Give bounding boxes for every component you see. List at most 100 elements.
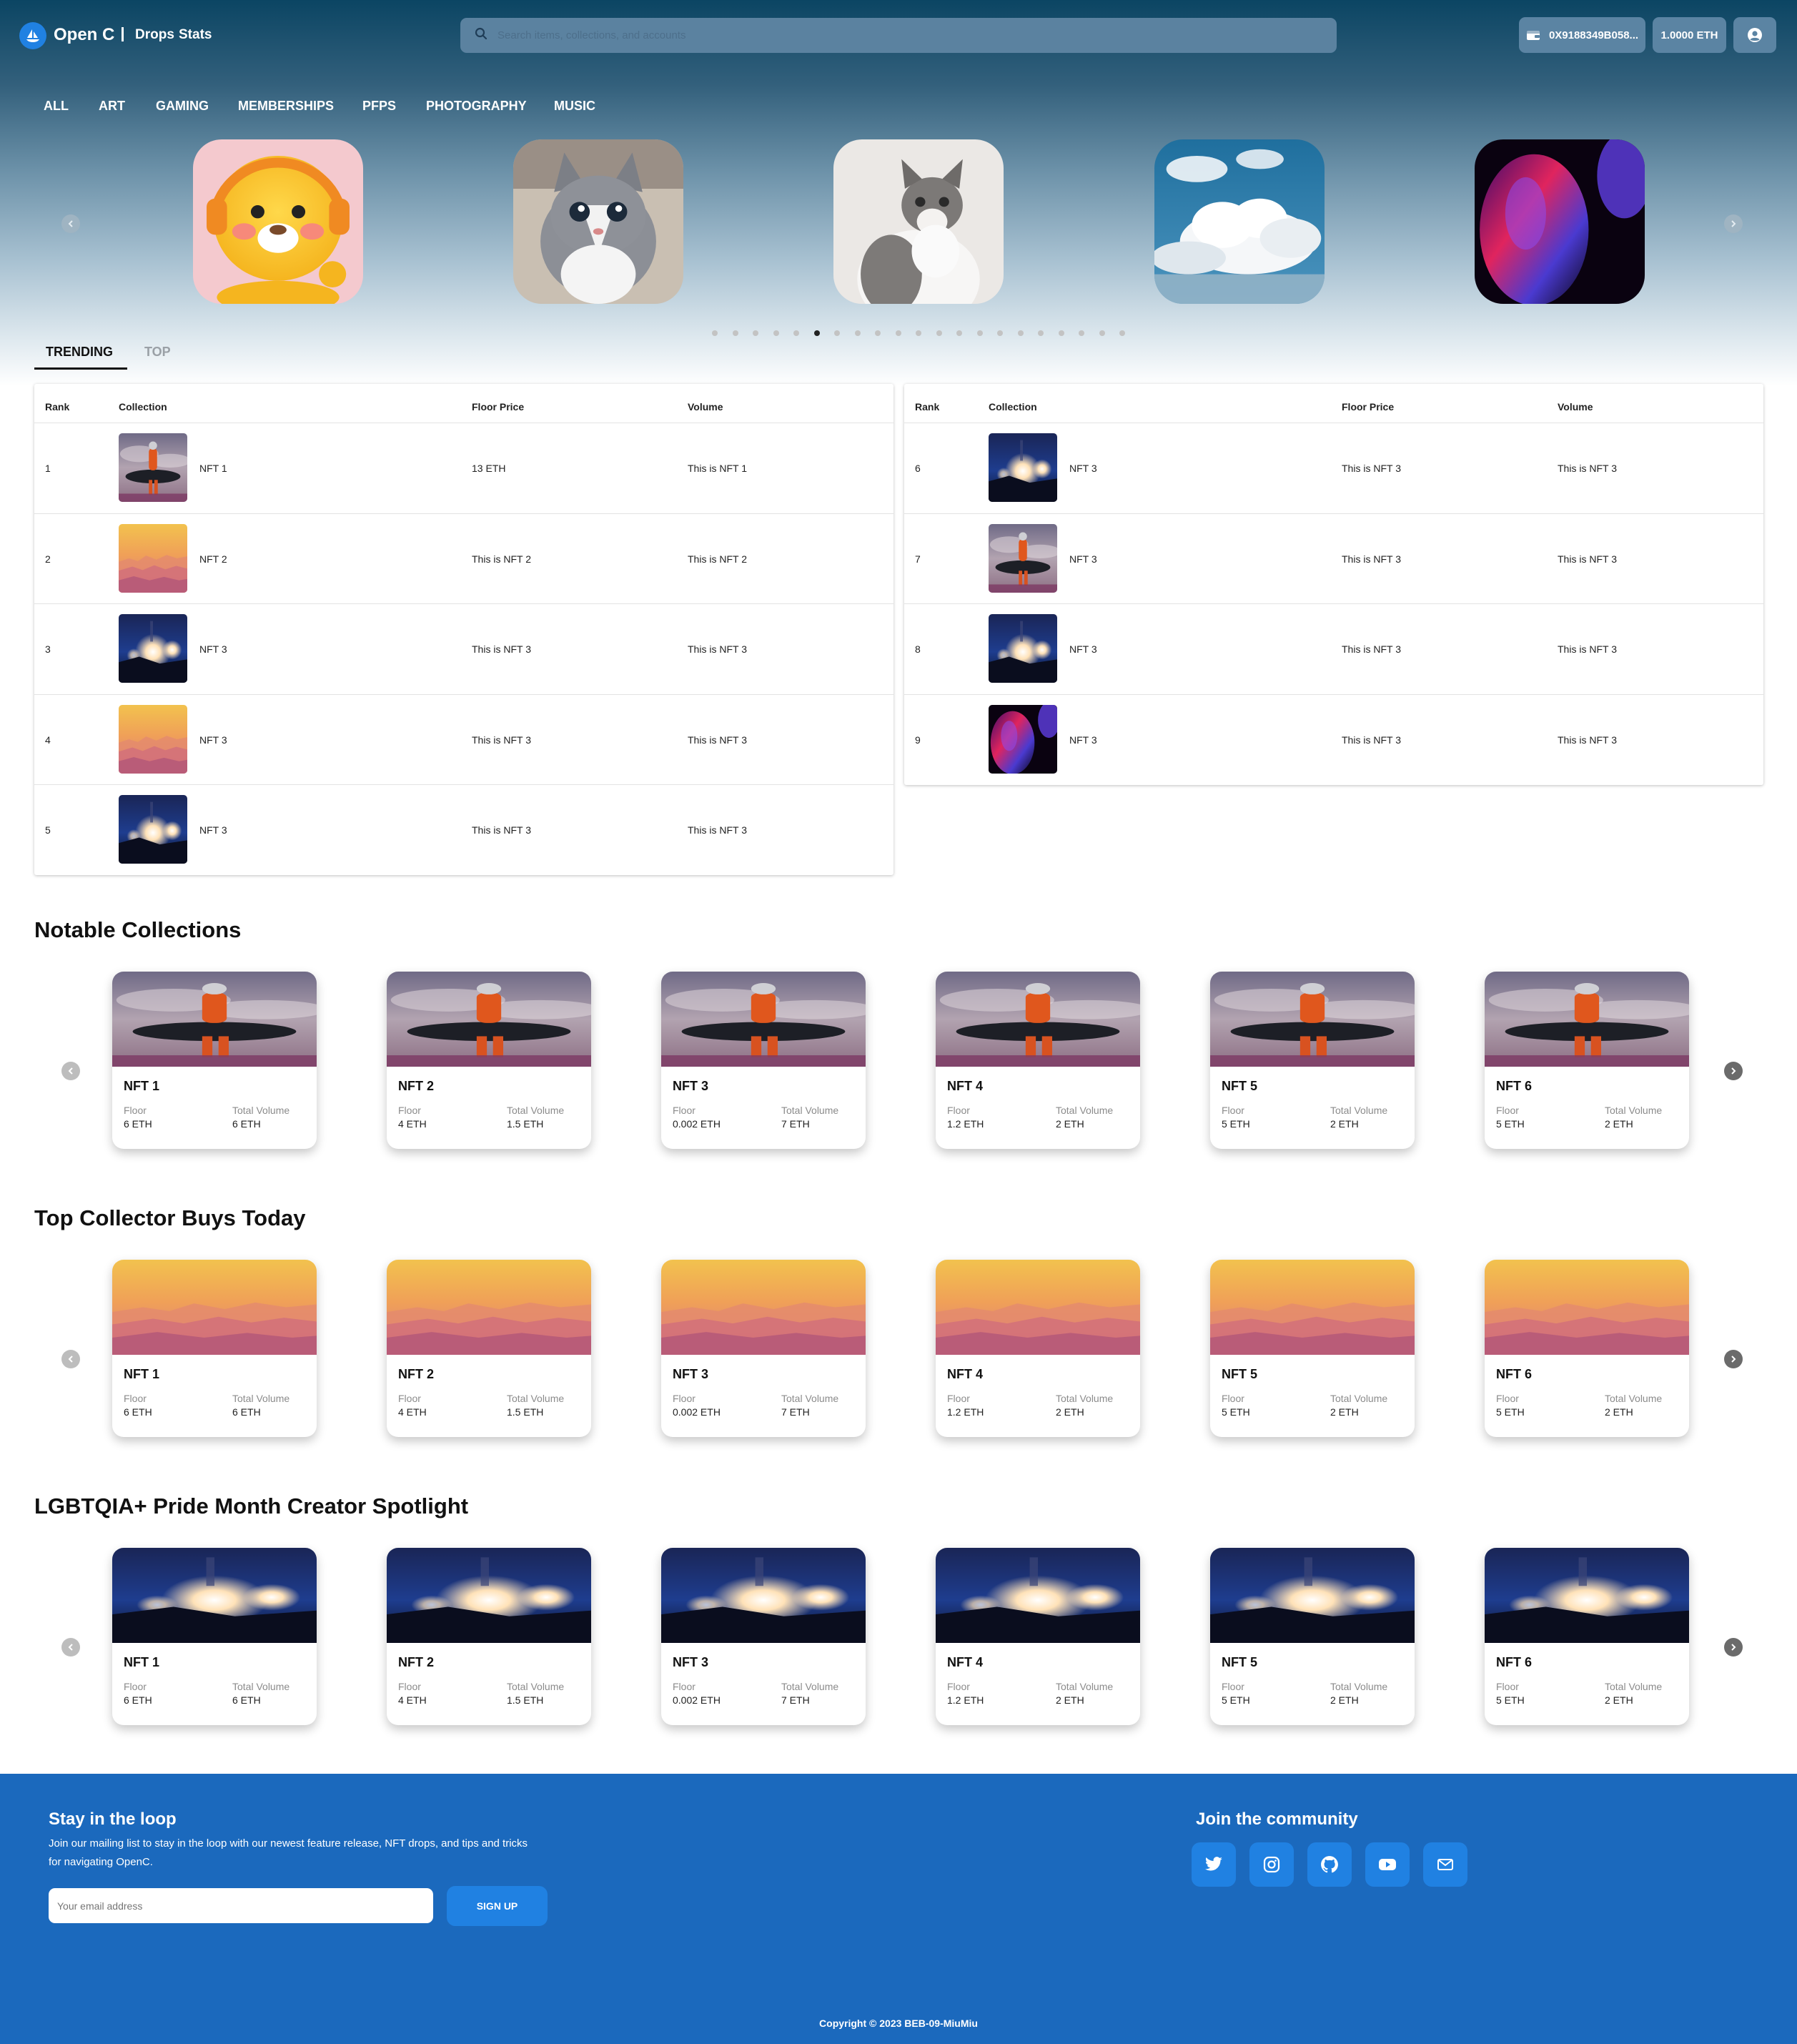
table-row[interactable]: 1 NFT 1 13 ETH This is NFT 1 (34, 423, 893, 513)
mail-icon[interactable] (1423, 1842, 1467, 1887)
collection-card[interactable]: NFT 2 Floor Total Volume 4 ETH 1.5 ETH (387, 972, 591, 1149)
collection-name[interactable]: NFT 3 (199, 643, 227, 655)
section-prev-button[interactable] (61, 1638, 80, 1657)
card-image (1210, 972, 1415, 1067)
category-memberships[interactable]: MEMBERSHIPS (238, 99, 334, 114)
table-row[interactable]: 5 NFT 3 This is NFT 3 This is NFT 3 (34, 784, 893, 874)
collection-name[interactable]: NFT 3 (199, 824, 227, 836)
wallet-button[interactable]: 0X9188349B058... (1519, 17, 1645, 53)
carousel-slide-3[interactable] (833, 139, 1004, 304)
carousel-slide-4[interactable] (1154, 139, 1325, 304)
table-row[interactable]: 3 NFT 3 This is NFT 3 This is NFT 3 (34, 603, 893, 693)
collection-card[interactable]: NFT 5 Floor Total Volume 5 ETH 2 ETH (1210, 1548, 1415, 1725)
collection-card[interactable]: NFT 1 Floor Total Volume 6 ETH 6 ETH (112, 972, 317, 1149)
collection-card[interactable]: NFT 1 Floor Total Volume 6 ETH 6 ETH (112, 1260, 317, 1437)
twitter-icon[interactable] (1192, 1842, 1236, 1887)
collection-name[interactable]: NFT 3 (1069, 553, 1097, 565)
section-next-button[interactable] (1724, 1638, 1743, 1657)
category-photography[interactable]: PHOTOGRAPHY (426, 99, 527, 114)
carousel-dot[interactable] (997, 330, 1003, 336)
carousel-dot[interactable] (936, 330, 942, 336)
collection-name[interactable]: NFT 3 (1069, 463, 1097, 474)
collection-card[interactable]: NFT 6 Floor Total Volume 5 ETH 2 ETH (1485, 972, 1689, 1149)
collection-card[interactable]: NFT 6 Floor Total Volume 5 ETH 2 ETH (1485, 1548, 1689, 1725)
category-pfps[interactable]: PFPS (362, 99, 396, 114)
email-input[interactable] (49, 1888, 433, 1923)
carousel-dot[interactable] (712, 330, 718, 336)
carousel-dot[interactable] (834, 330, 840, 336)
collection-name[interactable]: NFT 3 (1069, 734, 1097, 746)
carousel-prev-button[interactable] (61, 214, 80, 233)
collection-card[interactable]: NFT 2 Floor Total Volume 4 ETH 1.5 ETH (387, 1548, 591, 1725)
tab-trending[interactable]: TRENDING (46, 345, 113, 360)
collection-card[interactable]: NFT 4 Floor Total Volume 1.2 ETH 2 ETH (936, 1260, 1140, 1437)
collection-name[interactable]: NFT 2 (199, 553, 227, 565)
category-gaming[interactable]: GAMING (156, 99, 209, 114)
balance-button[interactable]: 1.0000 ETH (1653, 17, 1726, 53)
logo-icon[interactable] (19, 22, 46, 49)
carousel-next-button[interactable] (1724, 214, 1743, 233)
search-input[interactable] (497, 29, 1141, 41)
collection-card[interactable]: NFT 4 Floor Total Volume 1.2 ETH 2 ETH (936, 972, 1140, 1149)
category-art[interactable]: ART (99, 99, 125, 114)
table-row[interactable]: 6 NFT 3 This is NFT 3 This is NFT 3 (904, 423, 1763, 513)
carousel-dot[interactable] (1099, 330, 1105, 336)
floor-label: Floor (1222, 1105, 1244, 1116)
section-prev-button[interactable] (61, 1062, 80, 1080)
carousel-slide-5[interactable] (1475, 139, 1645, 304)
collection-card[interactable]: NFT 6 Floor Total Volume 5 ETH 2 ETH (1485, 1260, 1689, 1437)
signup-button[interactable]: SIGN UP (447, 1886, 548, 1926)
table-row[interactable]: 9 NFT 3 This is NFT 3 This is NFT 3 (904, 693, 1763, 784)
collection-card[interactable]: NFT 4 Floor Total Volume 1.2 ETH 2 ETH (936, 1548, 1140, 1725)
carousel-dot[interactable] (1079, 330, 1084, 336)
carousel-dot[interactable] (773, 330, 779, 336)
github-icon[interactable] (1307, 1842, 1352, 1887)
collection-thumbnail (989, 614, 1057, 683)
collection-card[interactable]: NFT 3 Floor Total Volume 0.002 ETH 7 ETH (661, 972, 866, 1149)
search-bar[interactable] (460, 18, 1337, 53)
brand-name[interactable]: Open C (54, 25, 114, 45)
collection-card[interactable]: NFT 3 Floor Total Volume 0.002 ETH 7 ETH (661, 1260, 866, 1437)
tab-top[interactable]: TOP (144, 345, 171, 360)
carousel-dot[interactable] (916, 330, 921, 336)
table-row[interactable]: 7 NFT 3 This is NFT 3 This is NFT 3 (904, 513, 1763, 603)
collection-name[interactable]: NFT 3 (199, 734, 227, 746)
carousel-dot[interactable] (1119, 330, 1125, 336)
carousel-slide-2[interactable] (513, 139, 683, 304)
collection-name[interactable]: NFT 1 (199, 463, 227, 474)
section-next-button[interactable] (1724, 1062, 1743, 1080)
carousel-dot[interactable] (895, 330, 901, 336)
category-music[interactable]: MUSIC (554, 99, 595, 114)
collection-card[interactable]: NFT 1 Floor Total Volume 6 ETH 6 ETH (112, 1548, 317, 1725)
carousel-dot[interactable] (793, 330, 799, 336)
carousel-dot[interactable] (854, 330, 861, 336)
collection-card[interactable]: NFT 2 Floor Total Volume 4 ETH 1.5 ETH (387, 1260, 591, 1437)
carousel-dot[interactable] (1038, 330, 1044, 336)
youtube-icon[interactable] (1365, 1842, 1410, 1887)
collection-card[interactable]: NFT 5 Floor Total Volume 5 ETH 2 ETH (1210, 972, 1415, 1149)
column-header-volume: Volume (1558, 401, 1593, 413)
carousel-dot[interactable] (875, 330, 881, 336)
carousel-dot[interactable] (753, 330, 758, 336)
carousel-dot[interactable] (1017, 330, 1024, 336)
section-next-button[interactable] (1724, 1350, 1743, 1368)
carousel-slide-1[interactable] (193, 139, 363, 304)
collection-name[interactable]: NFT 3 (1069, 643, 1097, 655)
nav-link-stats[interactable]: Stats (179, 27, 212, 43)
collection-card[interactable]: NFT 5 Floor Total Volume 5 ETH 2 ETH (1210, 1260, 1415, 1437)
table-row[interactable]: 8 NFT 3 This is NFT 3 This is NFT 3 (904, 603, 1763, 693)
carousel-dot[interactable] (732, 330, 738, 336)
account-button[interactable] (1733, 17, 1776, 53)
table-row[interactable]: 4 NFT 3 This is NFT 3 This is NFT 3 (34, 693, 893, 784)
section-prev-button[interactable] (61, 1350, 80, 1368)
carousel-dot[interactable] (976, 330, 983, 336)
nav-link-drops[interactable]: Drops (135, 27, 174, 43)
carousel-dot[interactable] (813, 330, 820, 336)
collection-card[interactable]: NFT 3 Floor Total Volume 0.002 ETH 7 ETH (661, 1548, 866, 1725)
carousel-dot[interactable] (1058, 330, 1064, 336)
carousel-dot[interactable] (956, 330, 962, 336)
card-image (1485, 1548, 1689, 1643)
table-row[interactable]: 2 NFT 2 This is NFT 2 This is NFT 2 (34, 513, 893, 603)
instagram-icon[interactable] (1249, 1842, 1294, 1887)
category-all[interactable]: ALL (44, 99, 69, 114)
